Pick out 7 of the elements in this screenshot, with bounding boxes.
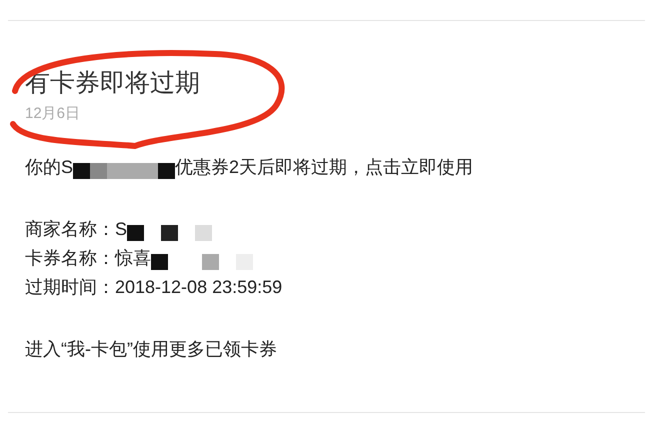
message-text: 过期时间：2018-12-08 23:59:59 bbox=[25, 276, 282, 299]
message-text: 卡券名称：惊喜 bbox=[25, 247, 151, 270]
notification-date: 12月6日 bbox=[25, 104, 82, 123]
message-text: 你的S bbox=[25, 156, 74, 179]
message-text: 优惠券2天后即将过期，点击立即使用 bbox=[175, 156, 474, 179]
message-text: 进入“我-卡包”使用更多已领卡券 bbox=[25, 338, 277, 361]
message-text: 商家名称：S bbox=[25, 218, 128, 241]
